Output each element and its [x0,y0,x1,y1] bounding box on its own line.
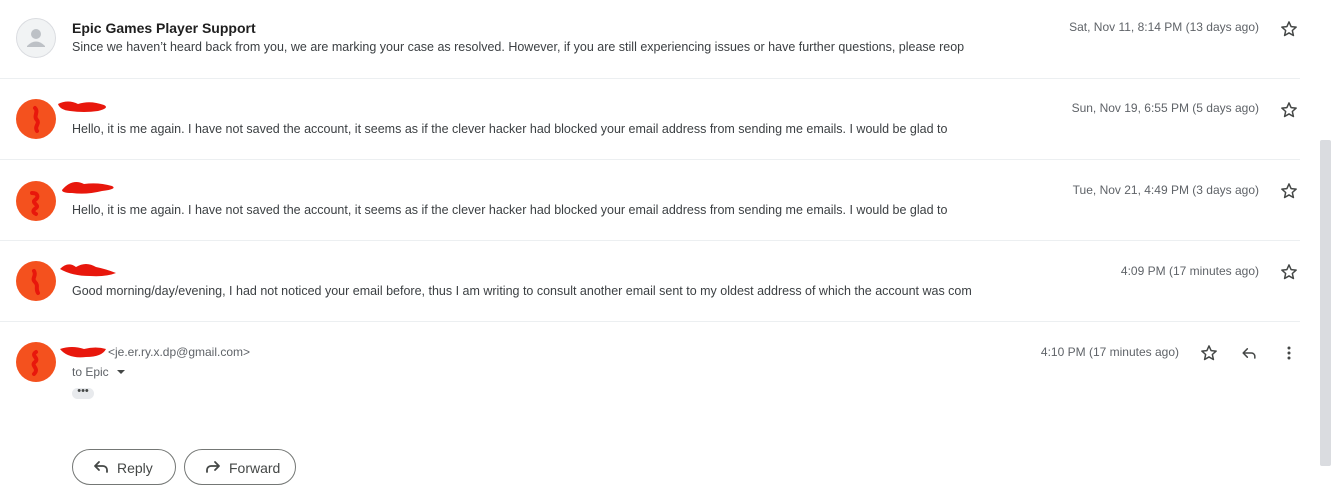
message-snippet: Since we haven’t heard back from you, we… [72,40,965,54]
avatar [16,181,56,221]
message-date: 4:10 PM (17 minutes ago) [1040,345,1179,359]
reply-icon[interactable] [1239,343,1259,363]
redacted-sender-name [62,182,114,194]
star-icon[interactable] [1279,100,1299,120]
scrollbar-thumb[interactable] [1320,140,1331,466]
redacted-sender-name [60,347,106,358]
star-icon[interactable] [1279,181,1299,201]
message-collapsed-3[interactable]: Hello, it is me again. I have not saved … [0,160,1300,240]
message-snippet: Hello, it is me again. I have not saved … [72,203,948,217]
message-collapsed-2[interactable]: Hello, it is me again. I have not saved … [0,79,1300,159]
reply-label: Reply [117,460,153,476]
show-trimmed-content-button[interactable]: ••• [72,386,94,399]
star-icon[interactable] [1279,262,1299,282]
sender-email: <je.er.ry.x.dp@gmail.com> [108,345,251,359]
redacted-sender-name [60,264,116,277]
chevron-down-icon [117,370,126,374]
avatar [16,261,56,301]
avatar [16,18,56,58]
more-options-icon[interactable] [1279,343,1299,363]
forward-icon [206,461,220,473]
message-date: Tue, Nov 21, 4:49 PM (3 days ago) [1072,183,1259,197]
avatar [16,342,56,382]
message-date: Sat, Nov 11, 8:14 PM (13 days ago) [1069,20,1259,34]
avatar [16,99,56,139]
recipient-details-toggle[interactable]: to Epic [72,365,126,379]
star-icon[interactable] [1199,343,1219,363]
sender-name: Epic Games Player Support [72,20,256,36]
message-expanded: <je.er.ry.x.dp@gmail.com> to Epic ••• 4:… [0,322,1300,485]
star-icon[interactable] [1279,19,1299,39]
reply-button[interactable]: Reply [72,449,176,485]
message-date: Sun, Nov 19, 6:55 PM (5 days ago) [1071,101,1259,115]
message-collapsed-1[interactable]: Epic Games Player Support Since we haven… [0,0,1300,78]
reply-icon [94,461,108,473]
message-collapsed-4[interactable]: Good morning/day/evening, I had not noti… [0,241,1300,321]
redacted-sender-name [58,101,106,112]
email-thread: Epic Games Player Support Since we haven… [0,0,1318,485]
message-snippet: Hello, it is me again. I have not saved … [72,122,948,136]
message-snippet: Good morning/day/evening, I had not noti… [72,284,972,298]
message-date: 4:09 PM (17 minutes ago) [1120,264,1259,278]
forward-button[interactable]: Forward [184,449,296,485]
recipient-label: to Epic [72,365,109,379]
forward-label: Forward [229,460,281,476]
person-icon [16,18,56,58]
